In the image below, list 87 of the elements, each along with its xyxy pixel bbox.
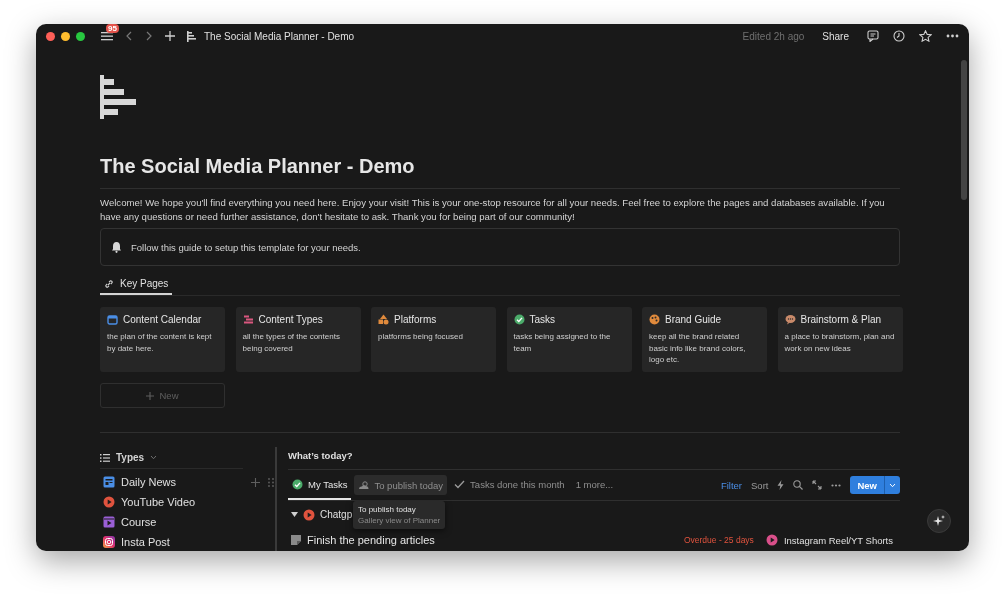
page-card[interactable]: Platforms platforms being focused	[371, 307, 496, 372]
shapes-icon	[378, 314, 389, 325]
share-button[interactable]: Share	[818, 30, 853, 42]
plus-icon	[146, 391, 155, 400]
clapperboard-icon	[103, 516, 115, 528]
card-title: Platforms	[394, 314, 437, 325]
view-tab[interactable]: My Tasks	[288, 470, 352, 500]
page-card[interactable]: Brand Guide keep all the brand related basic info like brand colors, logo etc.	[642, 307, 767, 372]
callout-text: Follow this guide to setup this template for your needs.	[131, 241, 361, 253]
expand-icon[interactable]	[812, 480, 823, 490]
card-description: tasks being assigned to the team	[513, 331, 612, 354]
check-badge-icon	[513, 314, 525, 325]
lightning-icon[interactable]	[777, 480, 785, 490]
key-pages-tab[interactable]: Key Pages	[100, 274, 173, 295]
play-circle-icon	[303, 508, 315, 521]
card-description: the plan of the content is kept by date here.	[107, 331, 213, 354]
calendar-icon	[107, 314, 118, 325]
bell-icon	[111, 241, 122, 253]
camera-icon	[103, 536, 115, 548]
zoom-button[interactable]	[76, 31, 85, 41]
assistant-button[interactable]	[927, 509, 951, 533]
comment-icon[interactable]	[867, 30, 879, 42]
page-logo-icon	[100, 75, 136, 119]
page-card[interactable]: Content Calendar the plan of the content is kept by date here.	[100, 307, 225, 372]
close-button[interactable]	[46, 31, 55, 41]
card-description: all the types of the contents being covered	[242, 331, 341, 354]
sidebar-item[interactable]: Insta Post	[100, 536, 243, 548]
speech-bubble-icon	[784, 314, 796, 325]
page-card[interactable]: Tasks tasks being assigned to the team	[506, 307, 632, 372]
page-card[interactable]: Brainstorm & Plan a place to brainstorm, plan and work on new ideas	[777, 307, 903, 372]
expanded-triangle-icon[interactable]	[291, 511, 298, 518]
tooltip-title: To publish today	[358, 504, 417, 515]
group-label: Chatgp	[320, 509, 353, 520]
page-title[interactable]: The Social Media Planner - Demo	[204, 30, 355, 42]
card-title: Content Calendar	[123, 314, 202, 325]
card-title: Content Types	[258, 314, 323, 325]
tab-label: Key Pages	[120, 278, 169, 289]
clock-icon[interactable]	[893, 30, 905, 42]
view-tab[interactable]: To publish today	[354, 475, 448, 495]
checkmark-icon	[454, 478, 466, 490]
play-circle-icon	[103, 496, 115, 508]
card-title: Tasks	[529, 314, 556, 325]
platform-label: Instagram Reel/YT Shorts	[783, 534, 893, 546]
sort-button[interactable]: Sort	[751, 479, 769, 491]
list-icon	[100, 453, 110, 462]
chevron-down-icon	[150, 455, 158, 460]
page-card[interactable]: Content Types all the types of the contents being covered	[235, 307, 361, 372]
more-icon[interactable]	[946, 34, 959, 38]
search-icon[interactable]	[793, 480, 804, 490]
task-title[interactable]: Finish the pending articles	[307, 534, 435, 546]
sidebar-item[interactable]: YouTube Video	[100, 496, 243, 508]
types-dropdown[interactable]: Types	[100, 447, 243, 469]
sidebar-item[interactable]: Course	[100, 516, 243, 528]
chevron-down-icon	[889, 482, 896, 488]
intro-paragraph: Welcome! We hope you'll find everything you need here. Enjoy your visit! This is your one-stop resource for all your needs. Feel free to explore the pages and databases available. If you have any questions or need further assistance, don't hesitate to ask. Thank you for being part of our community!	[100, 196, 886, 224]
minimize-button[interactable]	[61, 31, 70, 41]
sparkle-icon	[933, 515, 945, 527]
stacked-bars-icon	[242, 314, 254, 325]
page-heading: The Social Media Planner - Demo	[100, 153, 900, 189]
scrollbar-thumb[interactable]	[961, 60, 967, 200]
cloud-sun-icon	[358, 479, 370, 491]
card-description: keep all the brand related basic info like brand colors, logo etc.	[649, 331, 747, 366]
card-title: Brand Guide	[665, 314, 722, 325]
more-icon[interactable]	[831, 483, 842, 487]
notification-badge: 95	[106, 24, 119, 33]
link-icon	[104, 278, 114, 289]
section-heading: What’s today?	[288, 450, 900, 470]
menu-icon[interactable]	[101, 31, 113, 41]
page-logo-icon	[187, 30, 196, 42]
play-circle-icon	[765, 534, 778, 546]
palette-icon	[649, 314, 660, 325]
drag-handle-icon[interactable]	[268, 477, 274, 487]
document-icon	[291, 535, 301, 545]
new-button[interactable]: New	[850, 476, 884, 494]
more-views-link[interactable]: 1 more...	[571, 470, 618, 500]
card-description: a place to brainstorm, plan and work on new ideas	[784, 331, 896, 354]
newspaper-icon	[103, 476, 115, 488]
tooltip-subtitle: Gallery view of Planner	[358, 515, 441, 526]
check-badge-icon	[292, 478, 303, 490]
sidebar-item[interactable]: Daily News	[100, 476, 243, 488]
view-tab[interactable]: Tasks done this month	[450, 470, 569, 500]
due-status: Overdue - 25 days	[683, 535, 754, 545]
filter-button[interactable]: Filter	[720, 479, 742, 491]
card-title: Brainstorm & Plan	[800, 314, 882, 325]
star-icon[interactable]	[919, 30, 932, 42]
edited-time: Edited 2h ago	[742, 30, 805, 42]
card-description: platforms being focused	[378, 331, 464, 343]
